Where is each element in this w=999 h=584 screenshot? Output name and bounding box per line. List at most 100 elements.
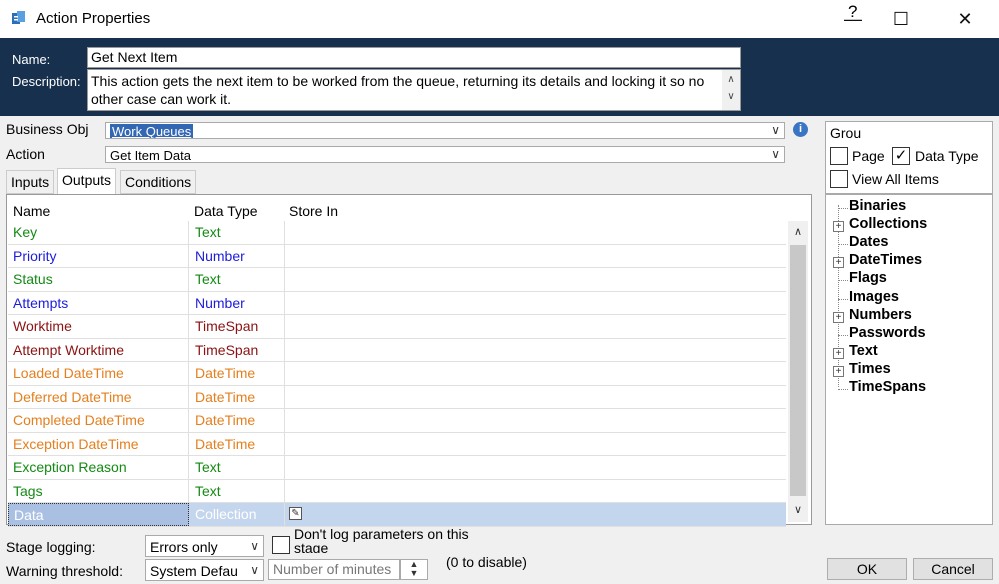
table-row[interactable]: Data Collection ✎: [8, 503, 786, 527]
output-name-cell[interactable]: Worktime: [8, 315, 189, 338]
column-header-datatype[interactable]: Data Type: [194, 203, 258, 219]
table-row[interactable]: Key Text: [8, 221, 786, 245]
store-in-cell[interactable]: [285, 268, 785, 291]
tree-item[interactable]: Flags: [849, 270, 887, 286]
output-type-cell[interactable]: Collection: [189, 503, 285, 526]
table-row[interactable]: Exception Reason Text: [8, 456, 786, 480]
table-row[interactable]: Deferred DateTime DateTime: [8, 385, 786, 409]
maximize-button[interactable]: ☐: [878, 0, 924, 38]
minimize-button[interactable]: —: [830, 0, 876, 38]
table-row[interactable]: Status Text: [8, 268, 786, 292]
table-row[interactable]: Attempts Number: [8, 291, 786, 315]
tab-outputs[interactable]: Outputs: [57, 168, 117, 195]
table-row[interactable]: Completed DateTime DateTime: [8, 409, 786, 433]
expand-icon[interactable]: +: [833, 365, 844, 377]
output-type-cell[interactable]: DateTime: [189, 432, 285, 456]
stage-logging-select[interactable]: Errors only ∨: [145, 535, 264, 557]
column-header-name[interactable]: Name: [13, 203, 50, 219]
tree-item[interactable]: Binaries: [849, 198, 906, 214]
output-name-cell[interactable]: Deferred DateTime: [8, 385, 189, 409]
scroll-down-icon[interactable]: ∨: [788, 503, 808, 516]
dont-log-checkbox[interactable]: [272, 536, 290, 554]
store-in-cell[interactable]: [285, 339, 785, 362]
store-in-cell[interactable]: ✎: [285, 503, 785, 526]
output-type-cell[interactable]: Text: [189, 456, 285, 479]
output-type-cell[interactable]: Number: [189, 291, 285, 315]
output-name-cell[interactable]: Exception DateTime: [8, 432, 189, 456]
output-name-cell[interactable]: Tags: [8, 479, 189, 503]
output-type-cell[interactable]: DateTime: [189, 409, 285, 432]
output-type-cell[interactable]: Text: [189, 268, 285, 291]
action-select[interactable]: Get Item Data ∨: [105, 146, 785, 163]
table-row[interactable]: Tags Text: [8, 479, 786, 503]
description-field[interactable]: This action gets the next item to be wor…: [87, 69, 741, 111]
tree-item[interactable]: Collections: [849, 216, 927, 232]
scroll-up-icon[interactable]: ∧: [722, 74, 740, 85]
tree-item[interactable]: TimeSpans: [849, 379, 926, 395]
table-row[interactable]: Loaded DateTime DateTime: [8, 362, 786, 386]
table-row[interactable]: Exception DateTime DateTime: [8, 432, 786, 456]
scroll-down-icon[interactable]: ∨: [722, 91, 740, 102]
description-scrollbar[interactable]: ∧ ∨: [722, 70, 740, 110]
expand-icon[interactable]: +: [833, 311, 844, 323]
output-name-cell[interactable]: Priority: [8, 244, 189, 268]
store-in-cell[interactable]: [285, 409, 785, 432]
tab-inputs[interactable]: Inputs: [6, 170, 55, 194]
store-in-cell[interactable]: [285, 292, 785, 315]
tree-item[interactable]: Times: [849, 361, 891, 377]
output-type-cell[interactable]: TimeSpan: [189, 315, 285, 338]
ok-button[interactable]: OK: [827, 558, 907, 580]
table-row[interactable]: Priority Number: [8, 244, 786, 268]
data-type-checkbox[interactable]: ✓: [892, 147, 910, 165]
output-name-cell[interactable]: Attempt Worktime: [8, 338, 189, 362]
cancel-button[interactable]: Cancel: [913, 558, 993, 580]
store-in-cell[interactable]: [285, 362, 785, 385]
tree-item[interactable]: Dates: [849, 234, 889, 250]
store-in-cell[interactable]: [285, 433, 785, 456]
output-type-cell[interactable]: Text: [189, 479, 285, 503]
warning-threshold-select[interactable]: System Defau ∨: [145, 559, 264, 581]
output-type-cell[interactable]: DateTime: [189, 362, 285, 385]
output-name-cell[interactable]: Loaded DateTime: [8, 362, 189, 385]
minutes-stepper[interactable]: ▲ ▼: [400, 559, 428, 580]
name-field[interactable]: Get Next Item: [87, 47, 741, 68]
business-obj-select[interactable]: Work Queues ∨: [105, 122, 785, 139]
store-in-cell[interactable]: [285, 386, 785, 409]
scroll-up-icon[interactable]: ∧: [788, 225, 808, 238]
output-name-cell[interactable]: Attempts: [8, 291, 189, 315]
output-name-cell[interactable]: Status: [8, 268, 189, 291]
store-in-cell[interactable]: [285, 221, 785, 244]
expand-icon[interactable]: +: [833, 347, 844, 359]
tree-item[interactable]: Text: [849, 343, 878, 359]
output-name-cell[interactable]: Exception Reason: [8, 456, 189, 479]
page-checkbox[interactable]: [830, 147, 848, 165]
output-name-cell[interactable]: Data: [8, 503, 189, 526]
scrollbar-thumb[interactable]: [790, 245, 806, 496]
expand-icon[interactable]: +: [833, 221, 844, 233]
tree-item[interactable]: Numbers: [849, 307, 912, 323]
info-icon[interactable]: i: [793, 122, 808, 137]
tree-item[interactable]: Passwords: [849, 325, 926, 341]
tree-item[interactable]: DateTimes: [849, 252, 922, 268]
tab-conditions[interactable]: Conditions: [120, 170, 197, 194]
tree-item[interactable]: Images: [849, 289, 899, 305]
table-row[interactable]: Attempt Worktime TimeSpan: [8, 338, 786, 362]
close-button[interactable]: ✕: [942, 0, 988, 38]
output-type-cell[interactable]: TimeSpan: [189, 338, 285, 362]
output-name-cell[interactable]: Key: [8, 221, 189, 244]
pencil-icon[interactable]: ✎: [289, 507, 302, 520]
output-type-cell[interactable]: Number: [189, 244, 285, 268]
expand-icon[interactable]: +: [833, 257, 844, 269]
view-all-checkbox[interactable]: [830, 170, 848, 188]
grid-scrollbar[interactable]: ∧ ∨: [788, 221, 808, 522]
output-type-cell[interactable]: Text: [189, 221, 285, 244]
store-in-cell[interactable]: [285, 456, 785, 479]
output-name-cell[interactable]: Completed DateTime: [8, 409, 189, 432]
minutes-input[interactable]: Number of minutes: [268, 559, 400, 580]
store-in-cell[interactable]: [285, 480, 785, 503]
store-in-cell[interactable]: [285, 245, 785, 268]
table-row[interactable]: Worktime TimeSpan: [8, 315, 786, 339]
output-type-cell[interactable]: DateTime: [189, 385, 285, 409]
column-header-storein[interactable]: Store In: [289, 203, 338, 219]
store-in-cell[interactable]: [285, 315, 785, 338]
